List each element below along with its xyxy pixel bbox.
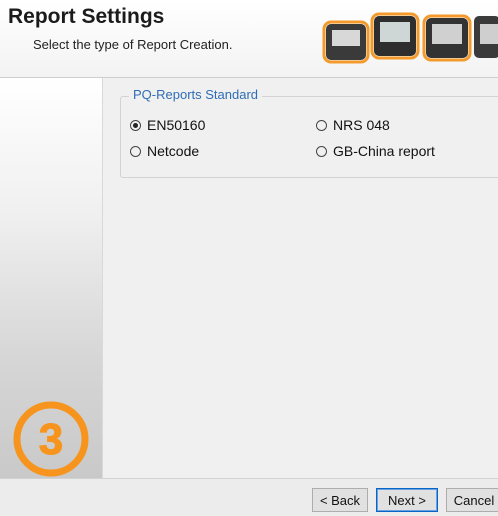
step-number-badge: 3 — [13, 401, 89, 477]
radio-gb-china-report[interactable]: GB-China report — [316, 143, 435, 159]
step-number: 3 — [39, 415, 63, 464]
device-2 — [370, 12, 420, 60]
radio-label: GB-China report — [333, 143, 435, 159]
wizard-sidebar: 3 — [0, 78, 102, 478]
page-subtitle: Select the type of Report Creation. — [33, 37, 233, 52]
device-1 — [322, 20, 370, 64]
devices-image — [322, 12, 498, 64]
radio-nrs048[interactable]: NRS 048 — [316, 117, 390, 133]
device-3 — [422, 14, 472, 62]
radio-selected-icon — [130, 119, 141, 131]
radio-unselected-icon — [130, 145, 141, 157]
group-legend: PQ-Reports Standard — [129, 87, 263, 102]
radio-unselected-icon — [316, 119, 327, 131]
radio-en50160[interactable]: EN50160 — [130, 117, 205, 133]
page-title: Report Settings — [8, 5, 165, 28]
content-panel: PQ-Reports Standard EN50160 NRS 048 Netc… — [103, 78, 498, 478]
device-4 — [474, 16, 498, 58]
back-button[interactable]: < Back — [312, 488, 368, 512]
wizard-footer: < Back Next > Cancel — [0, 478, 498, 516]
radio-netcode[interactable]: Netcode — [130, 143, 199, 159]
radio-label: EN50160 — [147, 117, 206, 133]
radio-label: Netcode — [147, 143, 200, 159]
pq-reports-standard-group: PQ-Reports Standard EN50160 NRS 048 Netc… — [120, 87, 498, 178]
next-button[interactable]: Next > — [376, 488, 438, 512]
radio-unselected-icon — [316, 145, 327, 157]
radio-label: NRS 048 — [333, 117, 390, 133]
cancel-button[interactable]: Cancel — [446, 488, 498, 512]
header-banner: Report Settings Select the type of Repor… — [0, 0, 498, 78]
